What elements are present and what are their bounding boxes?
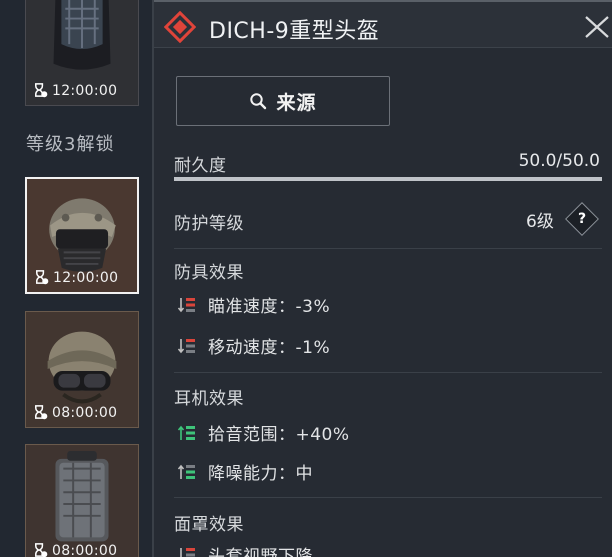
protection-level-label: 防护等级: [174, 214, 244, 234]
slot-timer: 08:00:00: [32, 542, 117, 557]
mask-effects-heading: 面罩效果: [174, 515, 244, 535]
source-button[interactable]: 来源: [176, 76, 390, 126]
effect-row: 头套视野下降: [178, 542, 313, 557]
item-slot-backpack[interactable]: 08:00:00: [25, 444, 139, 557]
item-slot-helmet-selected[interactable]: 12:00:00: [25, 177, 139, 294]
timer-text: 08:00:00: [52, 404, 118, 421]
divider: [174, 372, 602, 373]
hourglass-timer-icon: [35, 83, 48, 98]
durability-bar-fill: [174, 177, 602, 181]
divider: [174, 248, 602, 249]
slot-timer: 08:00:00: [32, 404, 117, 421]
effect-text: 降噪能力：中: [208, 464, 313, 484]
diamond-logo-icon: [164, 11, 196, 43]
stat-up-icon: [178, 425, 195, 440]
timer-text: 08:00:00: [52, 542, 118, 557]
slot-timer: 12:00:00: [32, 82, 117, 99]
help-icon[interactable]: [565, 202, 599, 236]
effect-row: 降噪能力：中: [178, 459, 313, 484]
item-title: DICH-9重型头盔: [209, 19, 380, 44]
effect-row: 瞄准速度：-3%: [178, 292, 330, 317]
effect-text: 头套视野下降: [208, 547, 313, 557]
effect-text: 瞄准速度：-3%: [208, 297, 331, 317]
hourglass-timer-icon: [35, 543, 48, 557]
item-slot-helmet-goggles[interactable]: 08:00:00: [25, 311, 139, 428]
stat-up-icon: [178, 464, 195, 479]
hourglass-timer-icon: [35, 405, 48, 420]
item-slot-vest[interactable]: 12:00:00: [25, 0, 139, 106]
durability-label: 耐久度: [174, 156, 227, 176]
stat-down-icon: [178, 338, 195, 353]
title-bar: DICH-9重型头盔: [154, 0, 612, 48]
effect-text: 移动速度：-1%: [208, 338, 331, 358]
stat-down-icon: [178, 297, 195, 312]
item-detail-panel: DICH-9重型头盔 来源 耐久度 50.0/50.0 防护等级 6级 ? 防具…: [152, 0, 612, 557]
search-icon: [250, 93, 267, 110]
armor-effects-heading: 防具效果: [174, 263, 244, 283]
effect-text: 拾音范围：+40%: [208, 425, 350, 445]
durability-value: 50.0/50.0: [518, 151, 600, 171]
hourglass-timer-icon: [36, 270, 49, 285]
backpack-image: [26, 445, 138, 557]
effect-row: 移动速度：-1%: [178, 333, 330, 358]
effect-row: 拾音范围：+40%: [178, 420, 350, 445]
slot-timer: 12:00:00: [33, 269, 118, 286]
item-list: 12:00:00 等级3解锁 12:00:00 08:00:00 08:00:0…: [0, 0, 152, 557]
unlock-level-label: 等级3解锁: [26, 134, 115, 155]
headset-effects-heading: 耳机效果: [174, 389, 244, 409]
timer-text: 12:00:00: [53, 269, 119, 286]
protection-level-value: 6级: [526, 212, 554, 232]
stat-down-icon: [179, 547, 195, 557]
timer-text: 12:00:00: [52, 82, 118, 99]
divider: [174, 497, 602, 498]
source-button-label: 来源: [276, 91, 317, 114]
close-icon[interactable]: [582, 14, 612, 40]
durability-bar: [174, 177, 602, 181]
